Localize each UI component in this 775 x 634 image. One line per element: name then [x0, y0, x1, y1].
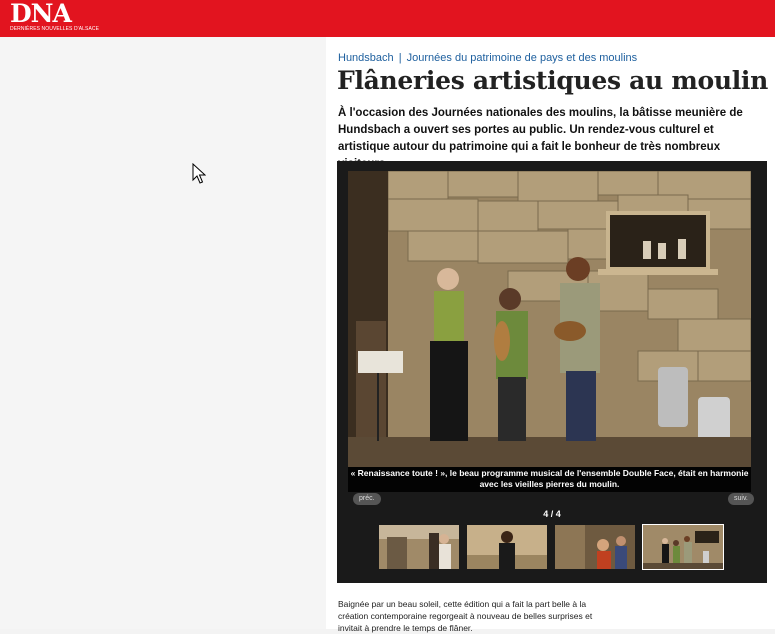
- thumbnail-2[interactable]: [466, 524, 548, 570]
- site-header: DNA DERNIÈRES NOUVELLES D'ALSACE: [0, 0, 775, 37]
- gallery-main-photo[interactable]: [348, 171, 751, 467]
- breadcrumb: Hundsbach | Journées du patrimoine de pa…: [338, 52, 637, 64]
- photo-caption: « Renaissance toute ! », le beau program…: [348, 467, 751, 492]
- kicker-place-link[interactable]: Hundsbach: [338, 52, 394, 64]
- dna-logo[interactable]: DNA DERNIÈRES NOUVELLES D'ALSACE: [10, 1, 99, 32]
- kicker-section-link[interactable]: Journées du patrimoine de pays et des mo…: [407, 52, 638, 64]
- kicker-separator: |: [398, 52, 402, 64]
- logo-subtitle: DERNIÈRES NOUVELLES D'ALSACE: [10, 26, 100, 32]
- article-title: Flâneries artistiques au moulin: [337, 66, 769, 95]
- photo-gallery: « Renaissance toute ! », le beau program…: [337, 161, 767, 583]
- logo-mark: DNA: [10, 0, 72, 28]
- thumbnail-1[interactable]: [378, 524, 460, 570]
- thumbnail-3[interactable]: [554, 524, 636, 570]
- left-column: [0, 37, 326, 629]
- thumbnail-4-active[interactable]: [642, 524, 724, 570]
- article-column: Hundsbach | Journées du patrimoine de pa…: [326, 37, 775, 633]
- photo-counter: 4 / 4: [543, 509, 561, 519]
- next-button[interactable]: suiv.: [728, 493, 754, 505]
- mouse-pointer-icon: [192, 162, 207, 190]
- previous-button[interactable]: préc.: [353, 493, 381, 505]
